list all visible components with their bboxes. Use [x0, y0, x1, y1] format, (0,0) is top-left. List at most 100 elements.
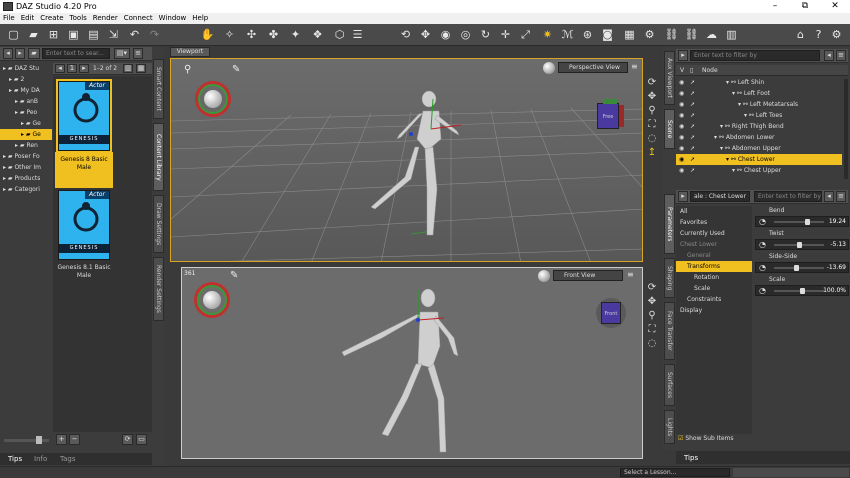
draw-style-icon[interactable]: [538, 270, 550, 282]
view-cube[interactable]: Free: [597, 103, 619, 129]
orbit-icon[interactable]: ⟳: [645, 282, 659, 296]
joint-editor-icon[interactable]: ✣: [244, 27, 259, 42]
figure-icon[interactable]: ℳ: [560, 27, 575, 42]
visibility-eye-icon[interactable]: ◉: [679, 110, 684, 121]
grid-view-icon[interactable]: ▦: [136, 64, 146, 73]
folder-icon[interactable]: ▰: [28, 48, 40, 59]
visibility-eye-icon[interactable]: ◉: [679, 143, 684, 154]
fit-icon[interactable]: ◌: [645, 338, 659, 352]
tab-parameters[interactable]: Parameters: [664, 194, 675, 254]
tab-info[interactable]: Info: [34, 455, 47, 463]
item-genesis81[interactable]: Actor GENESIS Genesis 8.1 Basic Male: [55, 190, 113, 280]
param-dial-icon[interactable]: ◔: [759, 240, 766, 250]
select-arrow-icon[interactable]: ➚: [690, 154, 695, 165]
scene-menu-icon[interactable]: ▸: [678, 50, 688, 61]
param-category[interactable]: Display: [676, 305, 752, 316]
param-category[interactable]: Transforms: [676, 261, 752, 272]
tree-node[interactable]: ▸ ▰ Ge: [0, 118, 52, 129]
scene-node[interactable]: ◉ ➚ ▾ ⚯ Right Thigh Bend: [676, 121, 842, 132]
view-sphere-icon[interactable]: [203, 291, 221, 309]
save-as-icon[interactable]: ▤: [86, 27, 101, 42]
forward-icon[interactable]: ▸: [15, 48, 25, 59]
param-slider[interactable]: ◔ 100.0%: [755, 285, 849, 296]
param-value[interactable]: -5.13: [830, 240, 846, 250]
panel-options-icon[interactable]: ▭: [136, 434, 147, 445]
viewport-tab[interactable]: Viewport: [170, 47, 210, 57]
param-dial-icon[interactable]: ◔: [759, 286, 766, 296]
menu-window[interactable]: Window: [156, 13, 190, 23]
pin-icon[interactable]: ✎: [232, 64, 240, 75]
new-icon[interactable]: ▢: [6, 27, 21, 42]
tree-node[interactable]: ▸ ▰ My DA: [0, 85, 52, 96]
param-value[interactable]: -13.69: [827, 263, 846, 273]
rotate-icon[interactable]: ↻: [478, 27, 493, 42]
add-button[interactable]: +: [56, 434, 67, 445]
tab-render-settings[interactable]: Render Settings: [153, 257, 164, 321]
content-search-input[interactable]: Enter text to sear...: [42, 48, 110, 59]
frame-icon[interactable]: ⛶: [645, 324, 659, 338]
tab-surfaces[interactable]: Surfaces: [664, 364, 675, 406]
tab-scene[interactable]: Scene: [664, 109, 675, 149]
slider-knob[interactable]: [793, 265, 799, 271]
render-settings-icon[interactable]: ⚙: [642, 27, 657, 42]
scene-options-icon[interactable]: ≡: [836, 50, 846, 61]
tab-content-library[interactable]: Content Library: [153, 123, 164, 191]
slider-knob[interactable]: [805, 219, 811, 225]
view-select[interactable]: Front View: [553, 270, 623, 281]
param-slider[interactable]: ◔ -5.13: [755, 239, 849, 250]
scene-node[interactable]: ◉ ➚ ▾ ⚯ Abdomen Lower: [676, 132, 842, 143]
lesson-select[interactable]: Select a Lesson...: [620, 468, 730, 477]
scene-node[interactable]: ◉ ➚ ▾ ⚯ Left Shin: [676, 77, 842, 88]
tab-draw-settings[interactable]: Draw Settings: [153, 195, 164, 253]
tree-node[interactable]: ▸ ▰ Products: [0, 173, 52, 184]
tree-node[interactable]: ▸ ▰ anB: [0, 96, 52, 107]
link-icon[interactable]: ⛓: [664, 27, 679, 42]
pan-icon[interactable]: ✥: [645, 296, 659, 310]
params-search-input[interactable]: Enter text to filter by: [754, 191, 822, 202]
param-category[interactable]: General: [676, 250, 752, 261]
select-arrow-icon[interactable]: ➚: [690, 132, 695, 143]
params-menu-icon[interactable]: ▸: [678, 191, 688, 202]
pan-icon[interactable]: ✥: [645, 91, 659, 105]
param-value[interactable]: 19.24: [829, 217, 846, 227]
select-arrow-icon[interactable]: ➚: [690, 143, 695, 154]
visibility-eye-icon[interactable]: ◉: [679, 154, 684, 165]
tab-tags[interactable]: Tags: [60, 455, 76, 463]
menu-connect[interactable]: Connect: [121, 13, 156, 23]
rotate-view-icon[interactable]: ⟲: [398, 27, 413, 42]
remove-button[interactable]: −: [69, 434, 80, 445]
scene-node[interactable]: ◉ ➚ ▾ ⚯ Left Metatarsals: [676, 99, 842, 110]
view-mode-button[interactable]: ▤▾: [114, 48, 130, 59]
tree-node[interactable]: ▸ ▰ Categori: [0, 184, 52, 195]
zoom-icon[interactable]: ⚲: [645, 105, 659, 119]
layout-icon[interactable]: ▥: [724, 27, 739, 42]
tab-face-transfer[interactable]: Face Transfer: [664, 302, 675, 360]
param-category[interactable]: Scale: [676, 283, 752, 294]
open-icon[interactable]: ▰: [26, 27, 41, 42]
visibility-eye-icon[interactable]: ◉: [679, 165, 684, 176]
visibility-eye-icon[interactable]: ◉: [679, 121, 684, 132]
select-arrow-icon[interactable]: ➚: [690, 99, 695, 110]
scene-scrollbar[interactable]: [844, 79, 848, 179]
param-category[interactable]: All: [676, 206, 752, 217]
reset-view-icon[interactable]: ↥: [645, 147, 659, 161]
maximize-button[interactable]: ⧉: [790, 0, 820, 13]
params-prev-icon[interactable]: ◂: [824, 191, 834, 202]
param-category[interactable]: Favorites: [676, 217, 752, 228]
camera-icon[interactable]: ◙: [600, 27, 615, 42]
lesson-nav-buttons[interactable]: [733, 468, 849, 477]
menu-render[interactable]: Render: [90, 13, 121, 23]
cloud-icon[interactable]: ☁: [704, 27, 719, 42]
tab-tips[interactable]: Tips: [8, 455, 22, 463]
param-value[interactable]: 100.0%: [823, 286, 846, 296]
viewport-menu-icon[interactable]: ≡: [627, 270, 634, 279]
frame-icon[interactable]: ⛶: [645, 119, 659, 133]
node-select[interactable]: ale : Chest Lower: [690, 191, 750, 202]
draw-style-icon[interactable]: [543, 62, 555, 74]
scene-search-input[interactable]: Enter text to filter by: [690, 50, 820, 61]
front-viewport[interactable]: 361 ✎ Front View ≡ Front: [181, 267, 643, 459]
tab-shaping[interactable]: Shaping: [664, 258, 675, 298]
tree-node[interactable]: ▸ ▰ DAZ Stu: [0, 63, 52, 74]
param-category[interactable]: Rotation: [676, 272, 752, 283]
scene-node[interactable]: ◉ ➚ ▾ ⚯ Chest Lower: [676, 154, 842, 165]
